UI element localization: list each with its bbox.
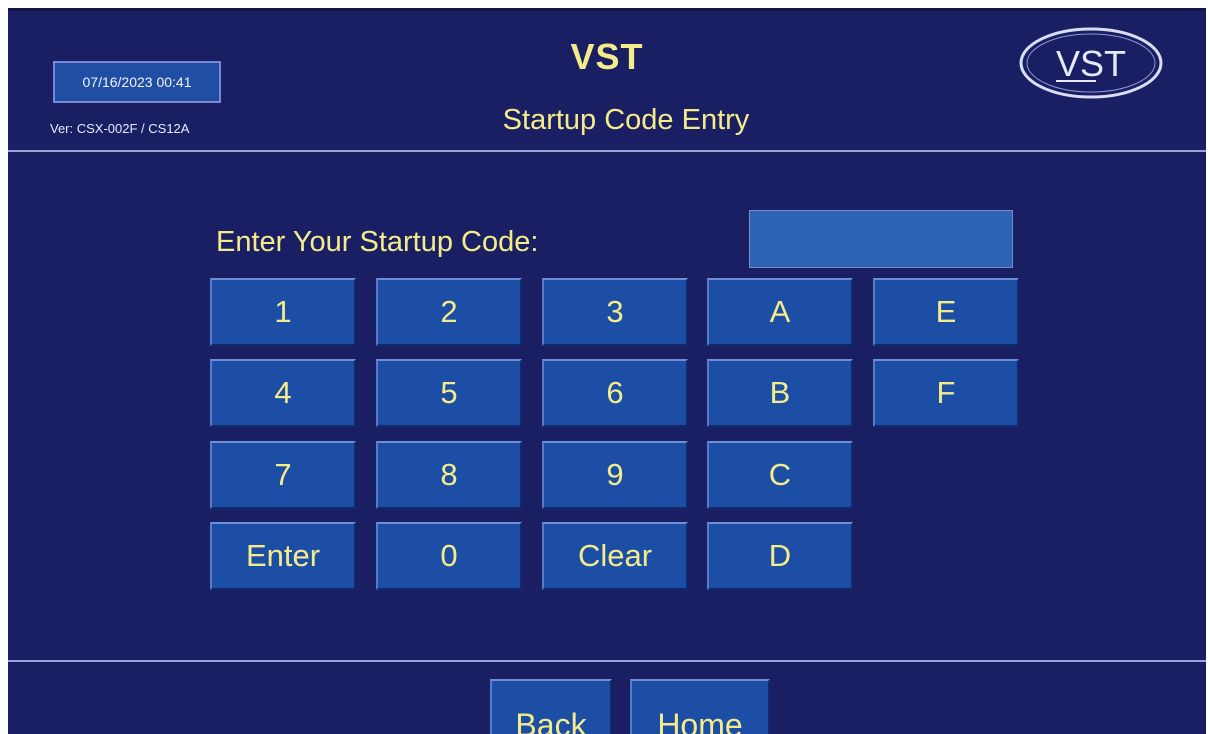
header-divider (8, 150, 1206, 152)
home-button[interactable]: Home (630, 679, 770, 734)
key-0-button[interactable]: 0 (376, 522, 522, 590)
key-c-button[interactable]: C (707, 441, 853, 509)
key-5-button[interactable]: 5 (376, 359, 522, 427)
key-1-button[interactable]: 1 (210, 278, 356, 346)
key-2-button[interactable]: 2 (376, 278, 522, 346)
key-b-button[interactable]: B (707, 359, 853, 427)
enter-button[interactable]: Enter (210, 522, 356, 590)
key-8-button[interactable]: 8 (376, 441, 522, 509)
key-9-button[interactable]: 9 (542, 441, 688, 509)
screen-top-edge (8, 8, 1206, 11)
startup-code-prompt: Enter Your Startup Code: (216, 226, 539, 258)
key-f-button[interactable]: F (873, 359, 1019, 427)
key-d-button[interactable]: D (707, 522, 853, 590)
startup-code-input[interactable] (749, 210, 1013, 268)
page-title: Startup Code Entry (502, 104, 750, 136)
key-e-button[interactable]: E (873, 278, 1019, 346)
hmi-screen: 07/16/2023 00:41 Ver: CSX-002F / CS12A V… (8, 8, 1206, 734)
key-3-button[interactable]: 3 (542, 278, 688, 346)
key-6-button[interactable]: 6 (542, 359, 688, 427)
key-4-button[interactable]: 4 (210, 359, 356, 427)
key-a-button[interactable]: A (707, 278, 853, 346)
logo-text: VST (1056, 43, 1126, 84)
back-button[interactable]: Back (490, 679, 612, 734)
key-7-button[interactable]: 7 (210, 441, 356, 509)
vst-logo: VST (1019, 27, 1163, 99)
footer-divider (8, 660, 1206, 662)
clear-button[interactable]: Clear (542, 522, 688, 590)
